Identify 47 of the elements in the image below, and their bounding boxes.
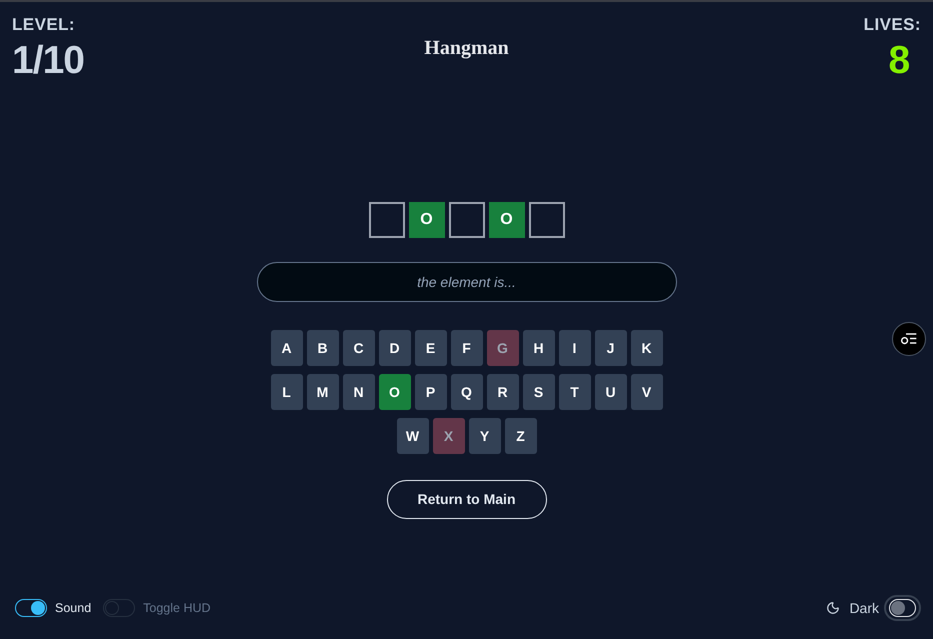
letter-key[interactable]: G xyxy=(486,330,518,366)
letter-key[interactable]: F xyxy=(450,330,482,366)
game-title: Hangman xyxy=(424,36,509,61)
letter-key[interactable]: D xyxy=(378,330,410,366)
toggle-knob-icon xyxy=(31,601,45,615)
letter-key[interactable]: W xyxy=(396,418,428,454)
settings-list-button[interactable] xyxy=(892,322,926,356)
letter-key[interactable]: P xyxy=(414,374,446,410)
letter-key[interactable]: R xyxy=(486,374,518,410)
toggle-switch[interactable] xyxy=(103,599,136,617)
hint-field[interactable]: the element is... xyxy=(256,262,676,302)
theme-toggle[interactable] xyxy=(884,595,921,621)
toggle-label: Sound xyxy=(55,600,92,617)
letter-key[interactable]: M xyxy=(306,374,338,410)
letter-key[interactable]: N xyxy=(342,374,374,410)
theme-label: Dark xyxy=(849,598,879,618)
letter-key[interactable]: O xyxy=(378,374,410,410)
letter-slot: O xyxy=(488,202,524,238)
letter-key[interactable]: U xyxy=(594,374,626,410)
letter-key[interactable]: E xyxy=(414,330,446,366)
letter-key[interactable]: I xyxy=(558,330,590,366)
letter-key[interactable]: V xyxy=(630,374,662,410)
circle-lines-icon xyxy=(901,333,917,345)
return-button[interactable]: Return to Main xyxy=(386,480,546,519)
letter-key[interactable]: Y xyxy=(468,418,500,454)
toggle-switch[interactable] xyxy=(15,599,47,617)
lives-value: 8 xyxy=(888,41,910,80)
letter-key[interactable]: T xyxy=(558,374,590,410)
letter-key[interactable]: A xyxy=(270,330,302,366)
letter-key[interactable]: K xyxy=(630,330,662,366)
letter-key[interactable]: C xyxy=(342,330,374,366)
lives-label: LIVES: xyxy=(864,16,921,33)
moon-icon xyxy=(826,601,840,615)
letter-key[interactable]: Z xyxy=(504,418,536,454)
letter-key[interactable]: S xyxy=(522,374,554,410)
level-label: LEVEL: xyxy=(12,16,75,33)
letter-key[interactable]: L xyxy=(270,374,302,410)
letter-slot: O xyxy=(408,202,444,238)
letter-key[interactable]: Q xyxy=(450,374,482,410)
toggle-knob-icon xyxy=(891,601,905,615)
toggle-label: Toggle HUD xyxy=(143,600,211,617)
toggle-knob-icon xyxy=(105,601,120,615)
letter-key[interactable]: X xyxy=(432,418,464,454)
letter-key[interactable]: B xyxy=(306,330,338,366)
letter-key[interactable]: J xyxy=(594,330,626,366)
letter-key[interactable]: H xyxy=(522,330,554,366)
level-value: 1/10 xyxy=(12,41,84,80)
